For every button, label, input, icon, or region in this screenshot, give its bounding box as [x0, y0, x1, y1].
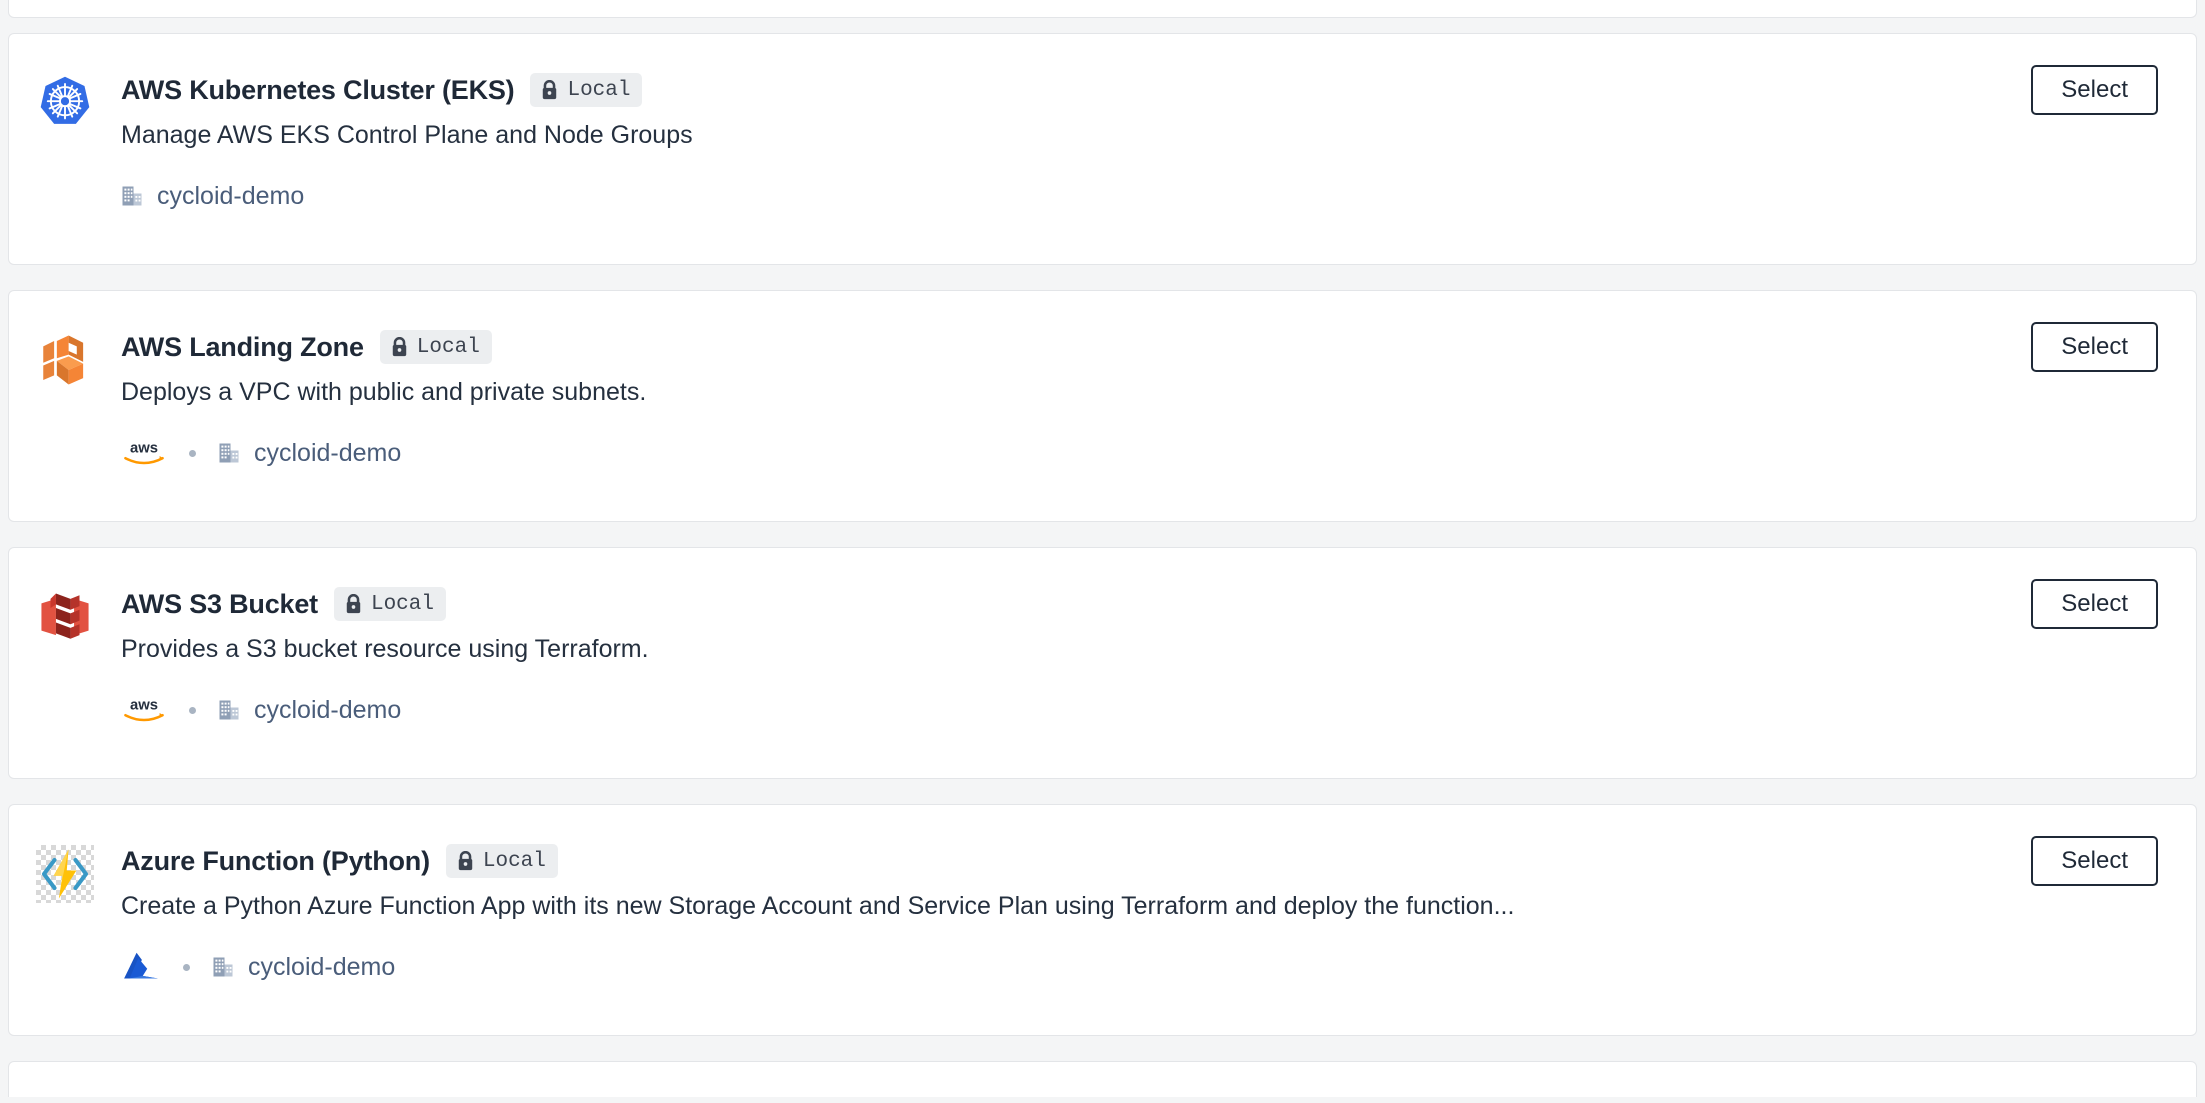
- status-badge-label: Local: [370, 592, 434, 616]
- stack-card[interactable]: AWS S3 Bucket Local Provides a S3 bucket…: [8, 547, 2197, 779]
- stack-details: AWS Landing Zone Local Deploys a VPC wit…: [121, 329, 2196, 470]
- stack-title-row: AWS Kubernetes Cluster (EKS) Local: [121, 72, 2156, 108]
- select-button[interactable]: Select: [2031, 579, 2158, 629]
- meta-separator-dot: [183, 963, 190, 971]
- select-button-container: Select: [2031, 65, 2158, 115]
- stack-title: AWS Kubernetes Cluster (EKS): [121, 74, 515, 105]
- building-icon: [219, 443, 239, 463]
- stack-description: Provides a S3 bucket resource using Terr…: [121, 635, 649, 663]
- stack-card[interactable]: Azure Function (Python) Local Create a P…: [8, 804, 2197, 1036]
- status-badge: Local: [530, 73, 643, 107]
- stack-meta-row: aws cycloid-demo: [121, 436, 2156, 470]
- organization: cycloid-demo: [218, 439, 401, 468]
- select-button-container: Select: [2031, 322, 2158, 372]
- organization: cycloid-demo: [218, 696, 401, 725]
- svg-text:aws: aws: [130, 698, 158, 714]
- stack-list: AWS Kubernetes Cluster (EKS) Local Manag…: [0, 0, 2205, 1097]
- stack-description: Deploys a VPC with public and private su…: [121, 378, 647, 406]
- stack-meta-row: cycloid-demo: [121, 950, 2156, 984]
- kubernetes-icon: [40, 76, 90, 124]
- status-badge: Local: [445, 844, 558, 878]
- aws-logo-icon: aws: [124, 698, 164, 722]
- stack-title: Azure Function (Python): [121, 845, 430, 876]
- organization-name: cycloid-demo: [248, 952, 396, 981]
- organization-name: cycloid-demo: [254, 438, 402, 467]
- status-badge: Local: [333, 587, 446, 621]
- aws-logo-icon: aws: [124, 441, 164, 465]
- provider: aws: [121, 438, 167, 468]
- stack-title-row: Azure Function (Python) Local: [121, 843, 2156, 879]
- stack-description: Create a Python Azure Function App with …: [121, 892, 1515, 920]
- stack-title-row: AWS S3 Bucket Local: [121, 586, 2156, 622]
- stack-title: AWS Landing Zone: [121, 331, 364, 362]
- svg-text:aws: aws: [130, 441, 158, 457]
- stack-icon-container: [9, 329, 121, 389]
- aws-service-cube-icon: [43, 335, 84, 385]
- select-button[interactable]: Select: [2031, 322, 2158, 372]
- organization: cycloid-demo: [121, 182, 304, 211]
- lock-icon: [458, 851, 473, 871]
- select-button[interactable]: Select: [2031, 836, 2158, 886]
- stack-details: AWS S3 Bucket Local Provides a S3 bucket…: [121, 586, 2196, 727]
- select-button-container: Select: [2031, 836, 2158, 886]
- stack-icon-container: [9, 586, 121, 646]
- stack-details: AWS Kubernetes Cluster (EKS) Local Manag…: [121, 72, 2196, 213]
- meta-separator-dot: [189, 449, 196, 457]
- organization: cycloid-demo: [212, 953, 395, 982]
- building-icon: [122, 186, 142, 206]
- lock-icon: [392, 337, 407, 357]
- azure-functions-icon: [41, 849, 89, 899]
- stack-meta-row: aws cycloid-demo: [121, 693, 2156, 727]
- aws-s3-icon: [41, 593, 89, 639]
- building-icon: [213, 957, 233, 977]
- organization-name: cycloid-demo: [254, 695, 402, 724]
- lock-icon: [543, 80, 557, 100]
- status-badge: Local: [379, 330, 492, 364]
- stack-meta-row: cycloid-demo: [121, 179, 2156, 213]
- building-icon: [219, 700, 239, 720]
- stack-icon-container: [9, 72, 121, 132]
- lock-icon: [346, 594, 361, 614]
- transparency-checker-background: [36, 845, 94, 903]
- status-badge-label: Local: [567, 78, 631, 102]
- stack-icon-container: [9, 843, 121, 903]
- previous-stack-card-partial[interactable]: [8, 0, 2197, 18]
- stack-title: AWS S3 Bucket: [121, 588, 318, 619]
- meta-separator-dot: [189, 706, 196, 714]
- stack-card[interactable]: AWS Kubernetes Cluster (EKS) Local Manag…: [8, 33, 2197, 265]
- provider: [121, 951, 161, 983]
- select-button-container: Select: [2031, 579, 2158, 629]
- select-button[interactable]: Select: [2031, 65, 2158, 115]
- status-badge-label: Local: [482, 849, 546, 873]
- next-stack-card-partial[interactable]: [8, 1061, 2197, 1097]
- organization-name: cycloid-demo: [157, 181, 305, 210]
- stack-description: Manage AWS EKS Control Plane and Node Gr…: [121, 121, 693, 149]
- stack-details: Azure Function (Python) Local Create a P…: [121, 843, 2196, 984]
- provider: aws: [121, 695, 167, 725]
- status-badge-label: Local: [416, 335, 480, 359]
- stack-card[interactable]: AWS Landing Zone Local Deploys a VPC wit…: [8, 290, 2197, 522]
- azure-logo-icon: [124, 953, 158, 979]
- stack-title-row: AWS Landing Zone Local: [121, 329, 2156, 365]
